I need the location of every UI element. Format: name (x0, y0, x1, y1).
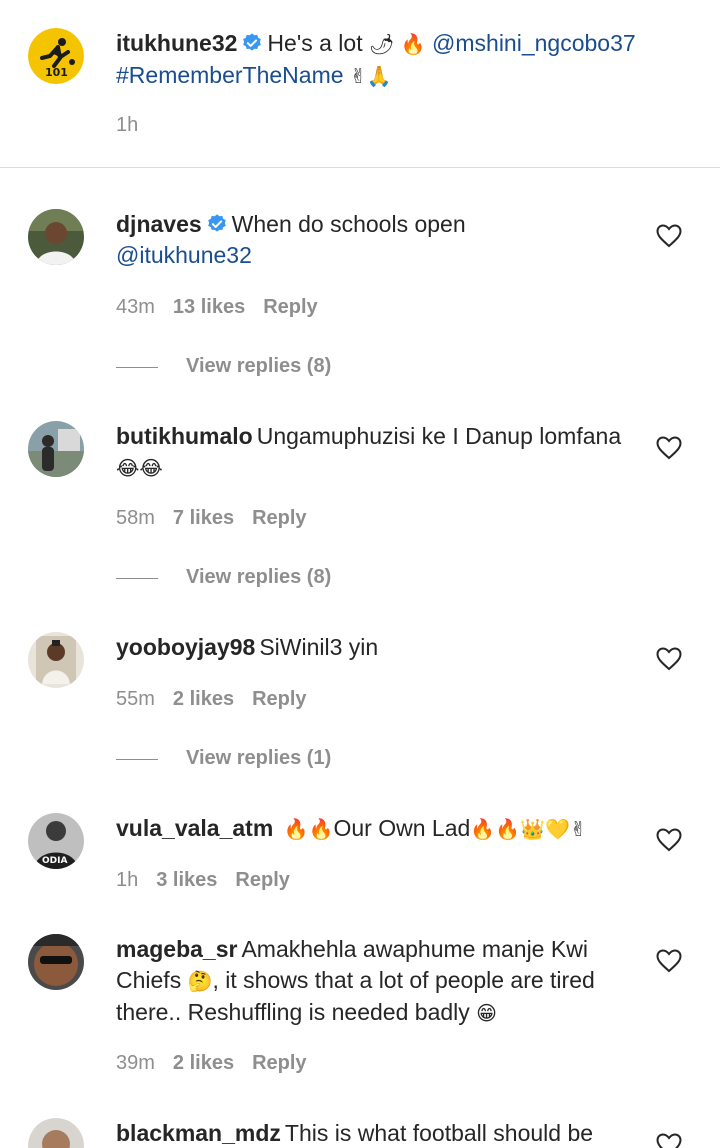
view-replies-button[interactable]: View replies (1) (116, 747, 436, 771)
avatar[interactable]: 101 (28, 28, 84, 84)
caption-text: itukhune32 He's a lot 🌶 🔥 @mshini_ngcobo3… (116, 28, 696, 92)
likes-count[interactable]: 3 likes (156, 869, 217, 891)
avatar[interactable] (28, 934, 84, 990)
username[interactable]: vula_vala_atm (116, 815, 273, 841)
verified-icon (207, 214, 226, 232)
heart-icon[interactable] (656, 224, 682, 248)
comment-body: When do schools open (231, 211, 466, 237)
comment-body: Our Own Lad (333, 815, 471, 841)
view-replies-label: View replies (8) (186, 566, 332, 588)
comment-text: djnaves When do schools open @itukhune32 (116, 209, 636, 271)
hashtag-link[interactable]: #RememberTheName (116, 62, 344, 88)
comment-body: Ungamuphuzisi ke I Danup lomfana (256, 423, 622, 449)
svg-text:101: 101 (45, 66, 68, 79)
reply-button[interactable]: Reply (235, 869, 289, 891)
divider (116, 367, 158, 368)
comment-meta: 43m 13 likes Reply (116, 296, 336, 319)
username[interactable]: mageba_sr (116, 936, 237, 962)
heart-icon[interactable] (656, 436, 682, 460)
caption-meta: 1h (116, 114, 156, 137)
divider (116, 578, 158, 579)
heart-icon[interactable] (656, 949, 682, 973)
heart-icon[interactable] (656, 1133, 682, 1148)
username[interactable]: blackman_mdz (116, 1120, 281, 1146)
view-replies-button[interactable]: View replies (8) (116, 566, 436, 590)
svg-text:ODIA: ODIA (42, 856, 67, 866)
view-replies-label: View replies (1) (186, 747, 332, 769)
timestamp: 1h (116, 869, 139, 891)
avatar[interactable] (28, 209, 84, 265)
likes-count[interactable]: 2 likes (173, 688, 234, 710)
comment-text: mageba_sr Amakhehla awaphume manje Kwi Ch… (116, 934, 636, 1029)
caption-body: He's a lot (267, 30, 363, 56)
grinning-emoji: 😁 (476, 1001, 498, 1025)
heart-icon[interactable] (656, 647, 682, 671)
fire-crown-heart-emoji: 🔥🔥👑💛✌ (470, 817, 587, 841)
comment-text: vula_vala_atm 🔥🔥Our Own Lad🔥🔥👑💛✌ (116, 813, 636, 845)
peace-pray-emoji: ✌🙏 (349, 64, 392, 88)
reply-button[interactable]: Reply (252, 1052, 306, 1074)
comment-text: yooboyjay98 SiWinil3 yin (116, 632, 636, 663)
timestamp: 43m (116, 296, 155, 318)
username[interactable]: butikhumalo (116, 423, 253, 449)
avatar[interactable]: ODIA (28, 813, 84, 869)
reply-button[interactable]: Reply (263, 296, 317, 318)
avatar[interactable] (28, 632, 84, 688)
mention-link[interactable]: @mshini_ngcobo37 (432, 30, 636, 56)
pepper-fire-emoji: 🌶 🔥 (368, 32, 426, 56)
comment-meta: 1h 3 likes Reply (116, 869, 308, 892)
username[interactable]: yooboyjay98 (116, 634, 255, 660)
comment-body: This is what football should be (284, 1120, 594, 1146)
timestamp: 1h (116, 114, 139, 136)
comment-meta: 55m 2 likes Reply (116, 688, 325, 711)
likes-count[interactable]: 7 likes (173, 507, 234, 529)
comment-text: butikhumalo Ungamuphuzisi ke I Danup lomf… (116, 421, 636, 484)
thinking-emoji: 🤔 (187, 969, 213, 993)
username[interactable]: itukhune32 (116, 30, 237, 56)
view-replies-button[interactable]: View replies (8) (116, 355, 436, 379)
divider (116, 759, 158, 760)
comment-meta: 39m 2 likes Reply (116, 1052, 325, 1075)
avatar[interactable] (28, 1118, 84, 1148)
fire-emoji: 🔥🔥 (283, 817, 334, 841)
view-replies-label: View replies (8) (186, 355, 332, 377)
likes-count[interactable]: 2 likes (173, 1052, 234, 1074)
verified-icon (243, 33, 262, 51)
reply-button[interactable]: Reply (252, 688, 306, 710)
mention-link[interactable]: @itukhune32 (116, 242, 252, 268)
avatar[interactable] (28, 421, 84, 477)
username[interactable]: djnaves (116, 211, 202, 237)
timestamp: 39m (116, 1052, 155, 1074)
comment-text: blackman_mdz This is what football should… (116, 1118, 676, 1148)
comment-body: SiWinil3 yin (259, 634, 379, 660)
laughing-emoji: 😂😂 (116, 456, 163, 480)
heart-icon[interactable] (656, 828, 682, 852)
comment-meta: 58m 7 likes Reply (116, 507, 325, 530)
reply-button[interactable]: Reply (252, 507, 306, 529)
caption-block: 101 itukhune32 He's a lot 🌶 🔥 @mshini_ngc… (0, 0, 720, 168)
timestamp: 55m (116, 688, 155, 710)
likes-count[interactable]: 13 likes (173, 296, 245, 318)
timestamp: 58m (116, 507, 155, 529)
